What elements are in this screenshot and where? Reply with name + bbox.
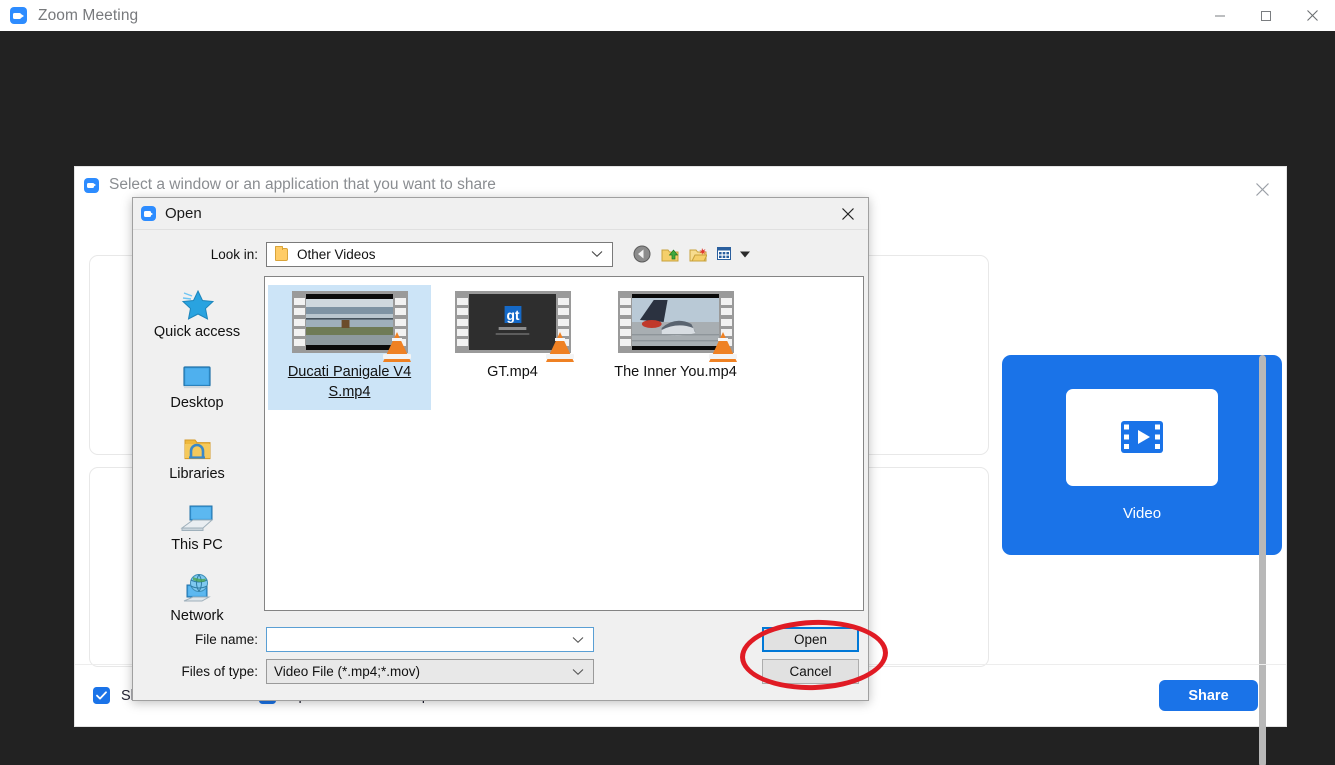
share-window-title: Select a window or an application that y… [109, 176, 496, 193]
file-name-label: The Inner You.mp4 [614, 364, 737, 380]
file-thumbnail [617, 291, 737, 362]
chevron-down-icon [591, 245, 603, 263]
sidebar-item-label: Desktop [170, 395, 224, 411]
main-titlebar: Zoom Meeting [0, 0, 1335, 31]
file-name-row: File name: [133, 627, 594, 652]
libraries-folder-icon [180, 429, 214, 463]
look-in-combobox[interactable]: Other Videos [266, 241, 613, 267]
sidebar-item-label: Quick access [153, 324, 241, 340]
file-list-item[interactable]: The Inner You.mp4 [594, 285, 757, 410]
vlc-icon [382, 332, 411, 362]
share-button[interactable]: Share [1159, 680, 1258, 711]
view-menu-icon[interactable] [715, 244, 736, 264]
up-one-level-icon[interactable] [659, 244, 680, 264]
chevron-down-icon [572, 631, 584, 649]
new-folder-icon[interactable] [687, 244, 708, 264]
open-dialog-bottom: File name: Files of type: Video File (*.… [133, 614, 868, 700]
files-of-type-field-label: Files of type: [181, 664, 258, 679]
open-dialog-main: Quick access Desktop Libraries This PC N… [133, 276, 868, 624]
cancel-button[interactable]: Cancel [762, 659, 859, 684]
files-of-type-value: Video File (*.mp4;*.mov) [274, 664, 421, 679]
zoom-logo-icon [141, 206, 156, 221]
sidebar-item-this-pc[interactable]: This PC [141, 497, 253, 555]
file-name-field-label: File name: [194, 632, 258, 647]
checkmark-icon [93, 687, 110, 704]
file-name-input[interactable] [266, 627, 594, 652]
close-button[interactable] [1289, 0, 1335, 31]
open-dialog-toolbar [631, 244, 751, 264]
page-title: Zoom Meeting [38, 6, 139, 24]
zoom-logo-icon [10, 7, 27, 24]
chevron-down-icon [572, 663, 584, 681]
vlc-icon [708, 332, 737, 362]
sidebar-item-quick-access[interactable]: Quick access [141, 284, 253, 342]
look-in-label: Look in: [210, 246, 258, 262]
share-source-card-video[interactable]: Video [1002, 355, 1282, 555]
sidebar-item-desktop[interactable]: Desktop [141, 355, 253, 413]
open-dialog-titlebar: Open [133, 198, 868, 230]
file-thumbnail [291, 291, 411, 362]
minimize-button[interactable] [1197, 0, 1243, 31]
file-list-item[interactable]: gt GT.mp4 [431, 285, 594, 410]
look-in-value: Other Videos [297, 246, 376, 262]
monitor-icon [180, 358, 214, 392]
look-in-row: Look in: Other Videos [133, 238, 868, 270]
vlc-icon [545, 332, 574, 362]
open-file-dialog: Open Look in: Other Videos Quick access … [132, 197, 869, 701]
places-sidebar: Quick access Desktop Libraries This PC N… [133, 276, 261, 624]
star-icon [180, 287, 214, 321]
zoom-logo-icon [84, 177, 99, 193]
folder-icon [275, 245, 288, 261]
open-dialog-title: Open [165, 205, 202, 222]
chevron-down-icon[interactable] [739, 244, 751, 264]
sidebar-item-libraries[interactable]: Libraries [141, 426, 253, 484]
share-window-close-icon[interactable] [1250, 177, 1274, 201]
video-film-play-icon [1066, 388, 1218, 486]
file-name-label: GT.mp4 [487, 364, 538, 380]
share-source-card-label: Video [1122, 504, 1162, 522]
window-controls [1197, 0, 1335, 31]
file-thumbnail: gt [454, 291, 574, 362]
file-list[interactable]: Ducati Panigale V4 S.mp4 gt GT.mp4 The I… [264, 276, 864, 611]
app-root: Zoom Meeting Select a window or an appli… [0, 0, 1335, 765]
sidebar-item-label: This PC [171, 537, 223, 553]
open-button[interactable]: Open [762, 627, 859, 652]
back-icon[interactable] [631, 244, 652, 264]
svg-text:gt: gt [506, 307, 519, 323]
maximize-button[interactable] [1243, 0, 1289, 31]
network-globe-icon [179, 571, 215, 605]
file-name-label: Ducati Panigale V4 S.mp4 [287, 364, 412, 400]
computer-icon [179, 500, 215, 534]
file-list-item[interactable]: Ducati Panigale V4 S.mp4 [268, 285, 431, 411]
open-dialog-close-icon[interactable] [828, 198, 868, 229]
sidebar-item-label: Libraries [169, 466, 225, 482]
files-of-type-row: Files of type: Video File (*.mp4;*.mov) [133, 659, 594, 684]
files-of-type-select[interactable]: Video File (*.mp4;*.mov) [266, 659, 594, 684]
